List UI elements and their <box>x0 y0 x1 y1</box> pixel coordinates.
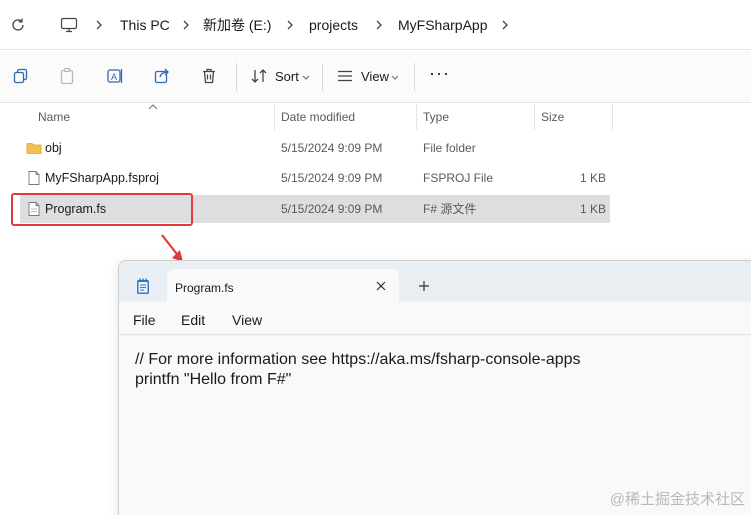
plus-icon[interactable] <box>417 279 431 293</box>
view-icon[interactable] <box>336 67 354 85</box>
rename-icon[interactable]: A <box>106 67 124 85</box>
file-name: MyFSharpApp.fsproj <box>45 171 159 185</box>
file-icon <box>28 171 40 185</box>
notepad-titlebar: Program.fs <box>119 261 751 302</box>
notepad-app-icon <box>137 278 149 294</box>
breadcrumb-projects[interactable]: projects <box>309 17 358 33</box>
editor-line: // For more information see https://aka.… <box>135 351 581 368</box>
file-name: obj <box>45 141 62 155</box>
file-type: FSPROJ File <box>423 171 494 185</box>
column-separator[interactable] <box>612 104 613 130</box>
column-header-name[interactable]: Name <box>38 110 70 124</box>
svg-text:A: A <box>111 72 117 82</box>
file-list-header: Name Date modified Type Size <box>0 104 751 130</box>
close-icon[interactable] <box>375 280 387 292</box>
menu-edit[interactable]: Edit <box>181 312 205 328</box>
menu-file[interactable]: File <box>133 312 156 328</box>
copy-icon[interactable] <box>12 67 30 85</box>
file-date: 5/15/2024 9:09 PM <box>281 202 383 216</box>
file-date: 5/15/2024 9:09 PM <box>281 171 383 185</box>
toolbar-divider <box>414 63 415 91</box>
refresh-icon[interactable] <box>10 17 26 33</box>
file-row-fsproj[interactable]: MyFSharpApp.fsproj 5/15/2024 9:09 PM FSP… <box>20 164 610 192</box>
chevron-right-icon <box>183 20 189 30</box>
file-type: F# 源文件 <box>423 202 477 216</box>
editor-line: printfn "Hello from F#" <box>135 371 292 388</box>
breadcrumb-myfsharpapp[interactable]: MyFSharpApp <box>398 17 487 33</box>
sort-caret-icon <box>148 104 158 110</box>
breadcrumb-drive[interactable]: 新加卷 (E:) <box>203 17 271 33</box>
column-separator[interactable] <box>274 104 275 130</box>
notepad-tab[interactable]: Program.fs <box>167 269 399 302</box>
notepad-tab-title: Program.fs <box>175 281 234 295</box>
column-header-date[interactable]: Date modified <box>281 110 355 124</box>
notepad-window: Program.fs File Edit View // For more in… <box>118 260 751 515</box>
chevron-right-icon[interactable] <box>499 18 511 32</box>
highlight-box <box>11 193 193 226</box>
chevron-down-icon <box>391 75 399 80</box>
sort-button[interactable]: Sort <box>275 69 299 85</box>
column-header-size[interactable]: Size <box>541 110 564 124</box>
notepad-editor[interactable]: // For more information see https://aka.… <box>119 336 751 515</box>
chevron-right-icon <box>96 20 102 30</box>
chevron-right-icon <box>376 20 382 30</box>
folder-icon <box>26 143 42 154</box>
column-separator[interactable] <box>534 104 535 130</box>
column-separator[interactable] <box>416 104 417 130</box>
view-button[interactable]: View <box>361 69 389 85</box>
more-options-button[interactable]: ··· <box>429 64 450 82</box>
menu-view[interactable]: View <box>232 312 262 328</box>
chevron-down-icon <box>302 75 310 80</box>
paste-icon[interactable] <box>58 67 76 85</box>
delete-icon[interactable] <box>200 67 218 85</box>
toolbar-divider <box>236 63 237 91</box>
share-icon[interactable] <box>153 67 171 85</box>
explorer-toolbar: A Sort View ··· <box>0 51 751 103</box>
toolbar-divider <box>322 63 323 91</box>
address-bar: This PC 新加卷 (E:) projects MyFSharpApp <box>0 0 751 50</box>
computer-icon <box>60 17 78 33</box>
file-size: 1 KB <box>579 171 606 185</box>
file-row-obj[interactable]: obj 5/15/2024 9:09 PM File folder <box>20 134 610 162</box>
notepad-menubar: File Edit View <box>119 302 751 335</box>
sort-icon[interactable] <box>250 67 268 85</box>
chevron-right-icon <box>287 20 293 30</box>
breadcrumb-this-pc[interactable]: This PC <box>120 17 170 33</box>
file-date: 5/15/2024 9:09 PM <box>281 141 383 155</box>
watermark: @稀土掘金技术社区 <box>609 491 745 508</box>
file-type: File folder <box>423 141 476 155</box>
column-header-type[interactable]: Type <box>423 110 449 124</box>
file-size: 1 KB <box>579 202 606 216</box>
